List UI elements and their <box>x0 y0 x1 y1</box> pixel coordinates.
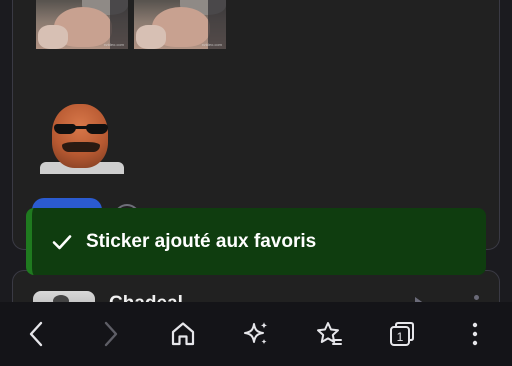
home-button[interactable] <box>159 310 207 358</box>
favorites-button[interactable] <box>305 310 353 358</box>
toast-message: Sticker ajouté aux favoris <box>86 230 317 252</box>
more-icon <box>473 322 478 346</box>
back-icon <box>29 321 42 347</box>
tab-count: 1 <box>397 330 404 344</box>
toast-notification: Sticker ajouté aux favoris <box>26 208 486 275</box>
home-icon <box>171 322 194 346</box>
bottom-navigation-bar: 1 <box>0 302 512 366</box>
sparkle-icon <box>243 322 268 345</box>
browser-page: xvideo.com xvideo.com Chadeal Sticker aj… <box>0 0 512 366</box>
forward-button[interactable] <box>86 310 134 358</box>
sticker-thumbnail[interactable]: xvideo.com <box>36 0 128 49</box>
face-sticker[interactable] <box>40 104 124 174</box>
forward-icon <box>104 321 117 347</box>
more-options-icon[interactable] <box>474 295 479 300</box>
ai-assistant-button[interactable] <box>232 310 280 358</box>
watermark-text: xvideo.com <box>201 42 222 47</box>
check-icon <box>52 234 72 249</box>
watermark-text: xvideo.com <box>103 42 124 47</box>
tabs-icon: 1 <box>390 322 415 346</box>
more-menu-button[interactable] <box>451 310 499 358</box>
tabs-button[interactable]: 1 <box>378 310 426 358</box>
back-button[interactable] <box>13 310 61 358</box>
favorites-icon <box>317 322 343 345</box>
sticker-thumbnail[interactable]: xvideo.com <box>134 0 226 49</box>
